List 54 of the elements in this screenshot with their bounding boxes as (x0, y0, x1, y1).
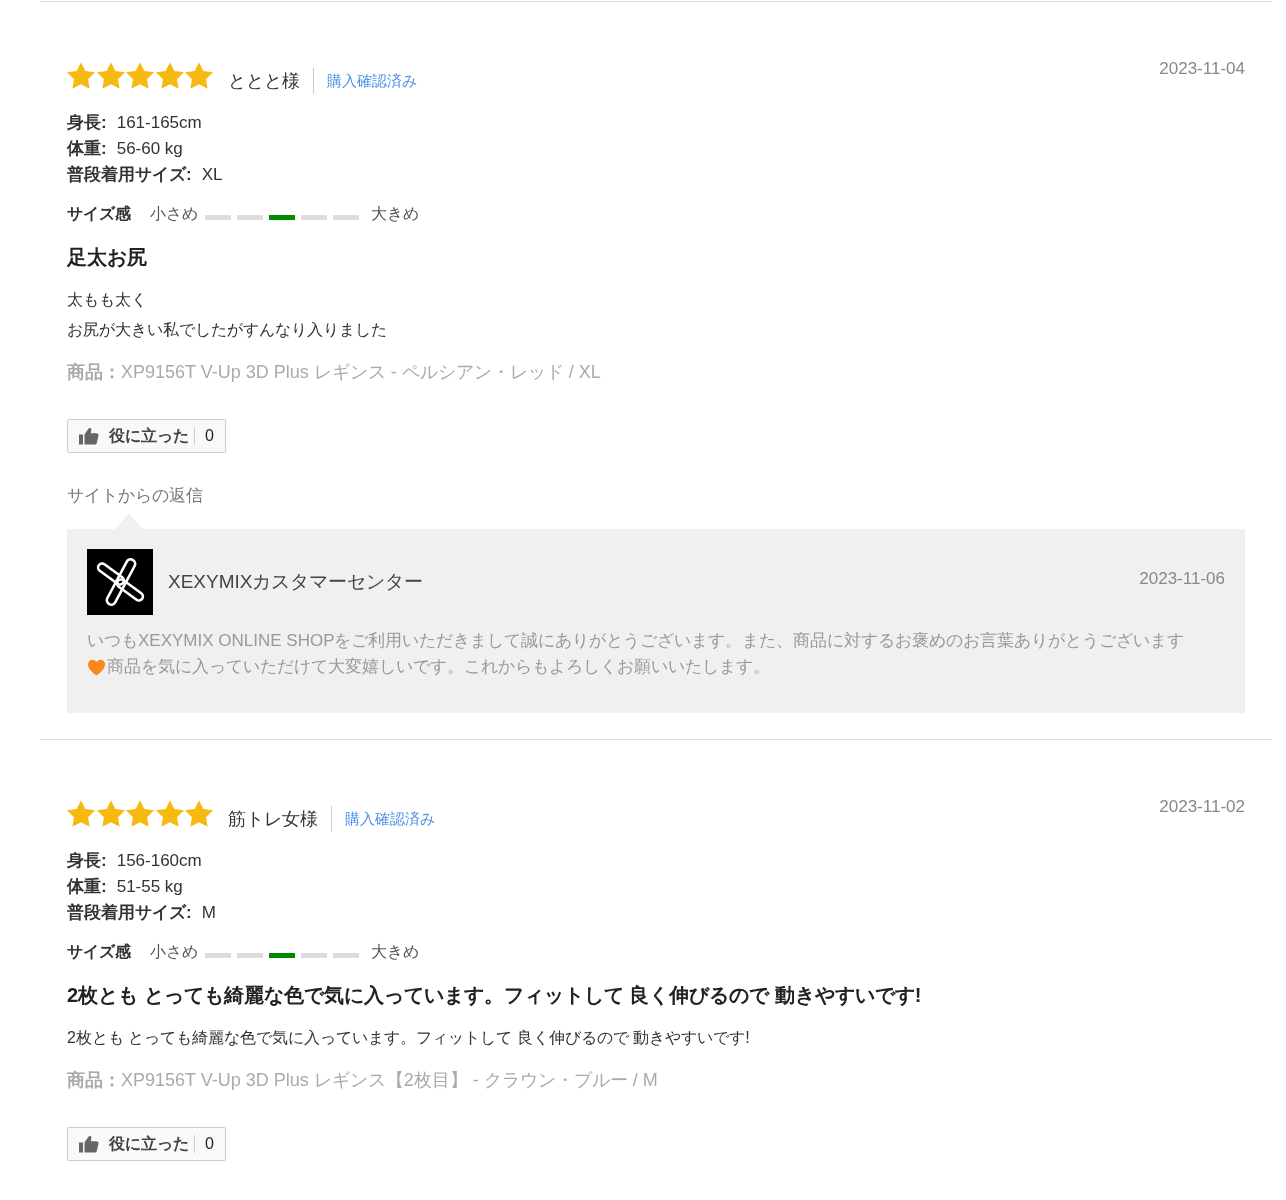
profile-label: 普段着用サイズ: (67, 164, 192, 186)
profile-label: 身長: (67, 850, 107, 872)
profile-label: 身長: (67, 112, 107, 134)
star-icon (155, 62, 184, 89)
helpful-button[interactable]: 役に立った 0 (67, 419, 226, 453)
profile-value: XL (201, 164, 223, 186)
scale-max-label: 大きめ (371, 204, 419, 224)
review-date: 2023-11-02 (1159, 797, 1245, 817)
review-title: 足太お尻 (67, 245, 148, 270)
star-icon (67, 62, 95, 89)
reply-text: 商品を気に入っていただけて大変嬉しいです。これからもよろしくお願いいたします。 (107, 656, 770, 678)
review-text: 太もも太く (67, 290, 147, 310)
reply-author: XEXYMIXカスタマーセンター (168, 570, 424, 594)
star-icon (185, 800, 213, 827)
helpful-count: 0 (194, 427, 214, 445)
profile-label: 体重: (67, 876, 107, 898)
profile-label: 普段着用サイズ: (67, 902, 192, 924)
reply-text: いつもXEXYMIX ONLINE SHOPをご利用いただきまして誠にありがとうございます。また、商品に対するお褒めのお言葉ありがとうございます (87, 630, 1185, 652)
thumbs-up-icon (79, 427, 99, 445)
profile-value: 161-165cm (116, 112, 202, 134)
review-date: 2023-11-04 (1159, 59, 1245, 79)
profile-value: 156-160cm (116, 850, 202, 872)
star-icon (185, 62, 213, 89)
profile-label: 体重: (67, 138, 107, 160)
star-icon (126, 62, 154, 89)
star-icon (126, 800, 154, 827)
product-info: 商品：XP9156T V-Up 3D Plus レギンス【2枚目】 - クラウン・ブルー / M (67, 1069, 659, 1092)
star-icon (96, 62, 125, 89)
reply-date: 2023-11-06 (1139, 568, 1225, 590)
size-fit-label: サイズ感 (67, 204, 131, 224)
reviewer-name: 筋トレ女様 (228, 808, 318, 831)
star-icon (155, 800, 184, 827)
profile-value: 56-60 kg (116, 138, 183, 160)
verified-purchase-label: 購入確認済み (345, 809, 435, 829)
x-mark-logo-icon (87, 549, 153, 615)
verified-purchase-label: 購入確認済み (327, 71, 417, 91)
star-icon (96, 800, 125, 827)
scale-min-label: 小さめ (150, 942, 198, 962)
review-text: 2枚とも とっても綺麗な色で気に入っています。フィットして 良く伸びるので 動きやすいです! (67, 1028, 750, 1048)
star-icon (67, 800, 95, 827)
product-info: 商品：XP9156T V-Up 3D Plus レギンス - ペルシアン・レッド / XL (67, 361, 602, 384)
helpful-count: 0 (194, 1135, 214, 1153)
profile-value: 51-55 kg (116, 876, 183, 898)
scale-max-label: 大きめ (371, 942, 419, 962)
heart-icon (87, 658, 106, 676)
thumbs-up-icon (79, 1135, 99, 1153)
reply-heading: サイトからの返信 (67, 485, 204, 507)
review-text: お尻が大きい私でしたがすんなり入りました (67, 320, 387, 340)
reviewer-name: ととと様 (228, 70, 300, 93)
review-title: 2枚とも とっても綺麗な色で気に入っています。フィットして 良く伸びるので 動きやすいです! (67, 983, 923, 1008)
helpful-button[interactable]: 役に立った 0 (67, 1127, 226, 1161)
size-fit-label: サイズ感 (67, 942, 131, 962)
scale-min-label: 小さめ (150, 204, 198, 224)
profile-value: M (201, 902, 216, 924)
